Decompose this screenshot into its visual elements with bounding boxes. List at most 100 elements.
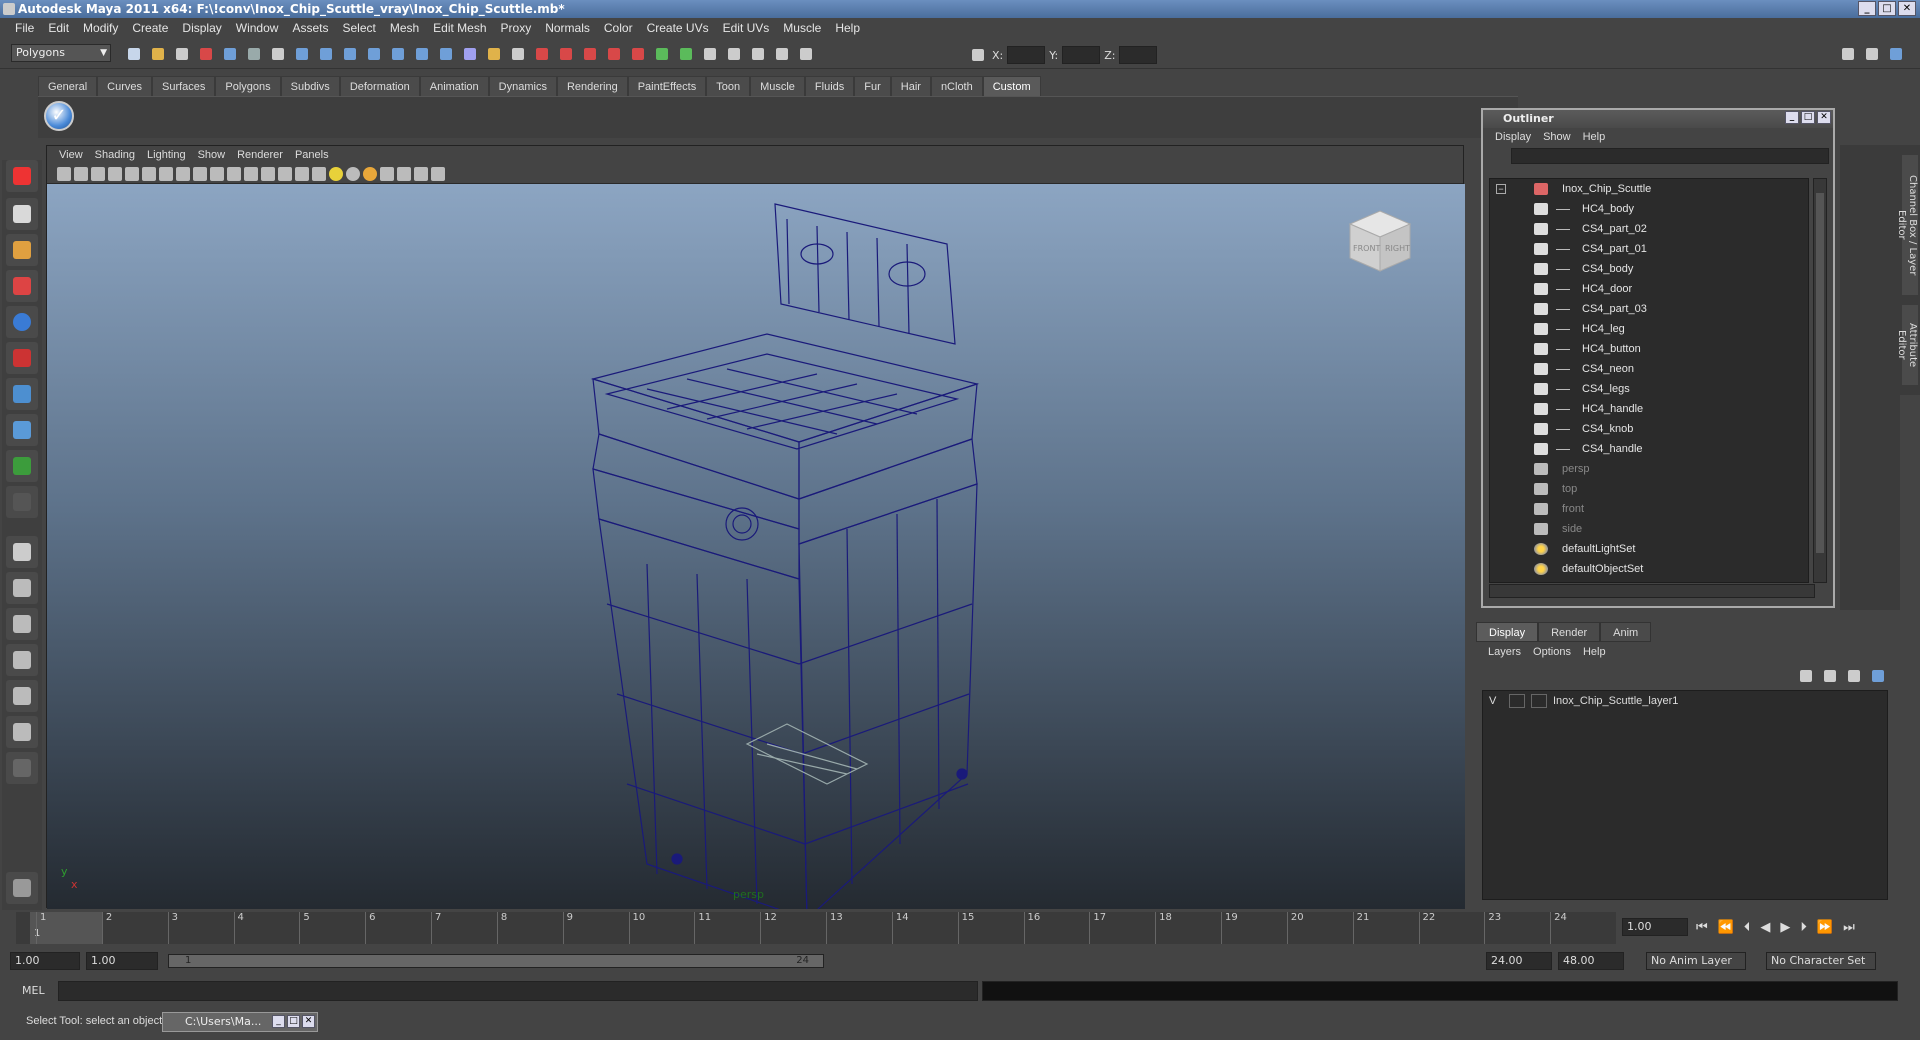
close-task-button[interactable]: ✕ — [302, 1015, 315, 1028]
playback-end-field[interactable]: 24.00 — [1486, 952, 1552, 970]
paint-select-tool[interactable] — [6, 234, 38, 266]
isolate-select-icon[interactable] — [295, 166, 309, 181]
scale-tool[interactable] — [6, 342, 38, 374]
smooth-shade-icon[interactable] — [193, 166, 207, 181]
rendering-mask-icon[interactable] — [436, 44, 456, 64]
menu-edit-mesh[interactable]: Edit Mesh — [426, 21, 493, 35]
four-pane-layout[interactable] — [6, 572, 38, 604]
save-scene-icon[interactable] — [172, 44, 192, 64]
misc-mask-icon[interactable] — [460, 44, 480, 64]
universal-manipulator-tool[interactable] — [6, 378, 38, 410]
tab-muscle[interactable]: Muscle — [750, 76, 805, 96]
restore-button[interactable]: _ — [272, 1015, 285, 1028]
grid-icon[interactable] — [159, 166, 173, 181]
z-field[interactable] — [1119, 46, 1158, 64]
flat-light-icon[interactable] — [363, 166, 377, 181]
outliner-item[interactable]: CS4_handle — [1490, 439, 1808, 459]
scrollbar-thumb[interactable] — [1816, 193, 1824, 553]
outliner-item-root[interactable]: − Inox_Chip_Scuttle — [1490, 179, 1808, 199]
current-time-field[interactable]: 1.00 — [1622, 918, 1688, 936]
outliner-item[interactable]: CS4_body — [1490, 259, 1808, 279]
outliner-item[interactable]: HC4_leg — [1490, 319, 1808, 339]
resolution-gate-icon[interactable] — [142, 166, 156, 181]
surface-mask-icon[interactable] — [364, 44, 384, 64]
menu-help[interactable]: Help — [828, 21, 867, 35]
outliner-item[interactable]: HC4_body — [1490, 199, 1808, 219]
y-field[interactable] — [1062, 46, 1101, 64]
time-slider[interactable]: 1 1 2 3 4 5 6 7 8 9 10 11 12 13 14 15 16 17 18 19 20 21 22 23 2… — [16, 912, 1616, 944]
menu-assets[interactable]: Assets — [285, 21, 335, 35]
select-hierarchy-icon[interactable] — [196, 44, 216, 64]
step-back-key-icon[interactable]: ⏪ — [1718, 920, 1734, 935]
lock-selection-icon[interactable] — [484, 44, 504, 64]
lasso-tool[interactable] — [6, 198, 38, 230]
wireframe-on-shaded-icon[interactable] — [210, 166, 224, 181]
outliner-item-camera[interactable]: side — [1490, 519, 1808, 539]
light-bulb-icon[interactable] — [329, 166, 343, 181]
outliner-maximize-button[interactable]: □ — [1801, 111, 1815, 124]
outliner-item[interactable]: CS4_part_01 — [1490, 239, 1808, 259]
command-language-label[interactable]: MEL — [22, 984, 45, 997]
menu-edit[interactable]: Edit — [41, 21, 76, 35]
outliner-item[interactable]: CS4_part_02 — [1490, 219, 1808, 239]
layer-menu-help[interactable]: Help — [1577, 646, 1612, 658]
step-back-frame-icon[interactable]: ⏴ — [1744, 920, 1751, 935]
maximize-task-button[interactable]: □ — [287, 1015, 300, 1028]
viewport-menu-renderer[interactable]: Renderer — [231, 149, 289, 161]
tab-rendering[interactable]: Rendering — [556, 76, 628, 96]
tab-ncloth[interactable]: nCloth — [930, 76, 983, 96]
menu-muscle[interactable]: Muscle — [776, 21, 828, 35]
outliner-titlebar[interactable]: Outliner _ □ ✕ — [1483, 110, 1833, 128]
tab-fur[interactable]: Fur — [854, 76, 891, 96]
minimized-window-button[interactable]: C:\Users\Ma... _ □ ✕ — [162, 1012, 318, 1032]
menu-color[interactable]: Color — [597, 21, 640, 35]
play-backwards-icon[interactable]: ◀ — [1760, 920, 1770, 935]
layer-template-toggle[interactable] — [1509, 694, 1525, 708]
menu-create-uvs[interactable]: Create UVs — [640, 21, 716, 35]
outliner-item-camera[interactable]: front — [1490, 499, 1808, 519]
move-layer-down-icon[interactable] — [1820, 666, 1838, 684]
open-scene-icon[interactable] — [148, 44, 168, 64]
range-slider[interactable]: 1 24 — [168, 954, 824, 968]
make-live-icon[interactable] — [628, 44, 648, 64]
outliner-filter-input[interactable] — [1511, 148, 1829, 164]
outliner-item[interactable]: HC4_door — [1490, 279, 1808, 299]
textured-icon[interactable] — [244, 166, 258, 181]
viewport-scene[interactable]: FRONT RIGHT y x persp — [47, 184, 1465, 909]
ipr-render-icon[interactable] — [772, 44, 792, 64]
gamma-icon[interactable] — [431, 166, 445, 181]
hypershade-layout[interactable] — [6, 680, 38, 712]
menu-file[interactable]: File — [8, 21, 41, 35]
outliner-menu-help[interactable]: Help — [1577, 131, 1612, 143]
outliner-item[interactable]: CS4_knob — [1490, 419, 1808, 439]
viewport-menu-shading[interactable]: Shading — [89, 149, 141, 161]
image-plane-icon[interactable] — [108, 166, 122, 181]
start-time-field[interactable]: 1.00 — [10, 952, 80, 970]
render-frame-icon[interactable] — [748, 44, 768, 64]
outliner-item-camera[interactable]: top — [1490, 479, 1808, 499]
joint-mask-icon[interactable] — [316, 44, 336, 64]
menu-display[interactable]: Display — [175, 21, 228, 35]
menu-mesh[interactable]: Mesh — [383, 21, 426, 35]
tab-hair[interactable]: Hair — [890, 76, 931, 96]
outliner-item[interactable]: CS4_neon — [1490, 359, 1808, 379]
render-settings-icon[interactable] — [796, 44, 816, 64]
x-field[interactable] — [1007, 46, 1046, 64]
camera-icon[interactable] — [397, 166, 411, 181]
outliner-minimize-button[interactable]: _ — [1785, 111, 1799, 124]
outliner-item[interactable]: HC4_button — [1490, 339, 1808, 359]
curve-mask-icon[interactable] — [340, 44, 360, 64]
use-all-lights-icon[interactable] — [261, 166, 275, 181]
new-scene-icon[interactable] — [124, 44, 144, 64]
layer-menu-options[interactable]: Options — [1527, 646, 1577, 658]
construction-history-icon[interactable] — [700, 44, 720, 64]
bookmark-icon[interactable] — [91, 166, 105, 181]
collapse-icon[interactable]: − — [1496, 184, 1506, 194]
tab-layer-anim[interactable]: Anim — [1600, 622, 1652, 642]
character-set-selector[interactable]: No Character Set — [1766, 952, 1876, 970]
outliner-vertical-scrollbar[interactable] — [1813, 178, 1827, 583]
menu-select[interactable]: Select — [335, 21, 382, 35]
snap-curve-icon[interactable] — [556, 44, 576, 64]
viewport-menu-lighting[interactable]: Lighting — [141, 149, 192, 161]
move-layer-up-icon[interactable] — [1796, 666, 1814, 684]
